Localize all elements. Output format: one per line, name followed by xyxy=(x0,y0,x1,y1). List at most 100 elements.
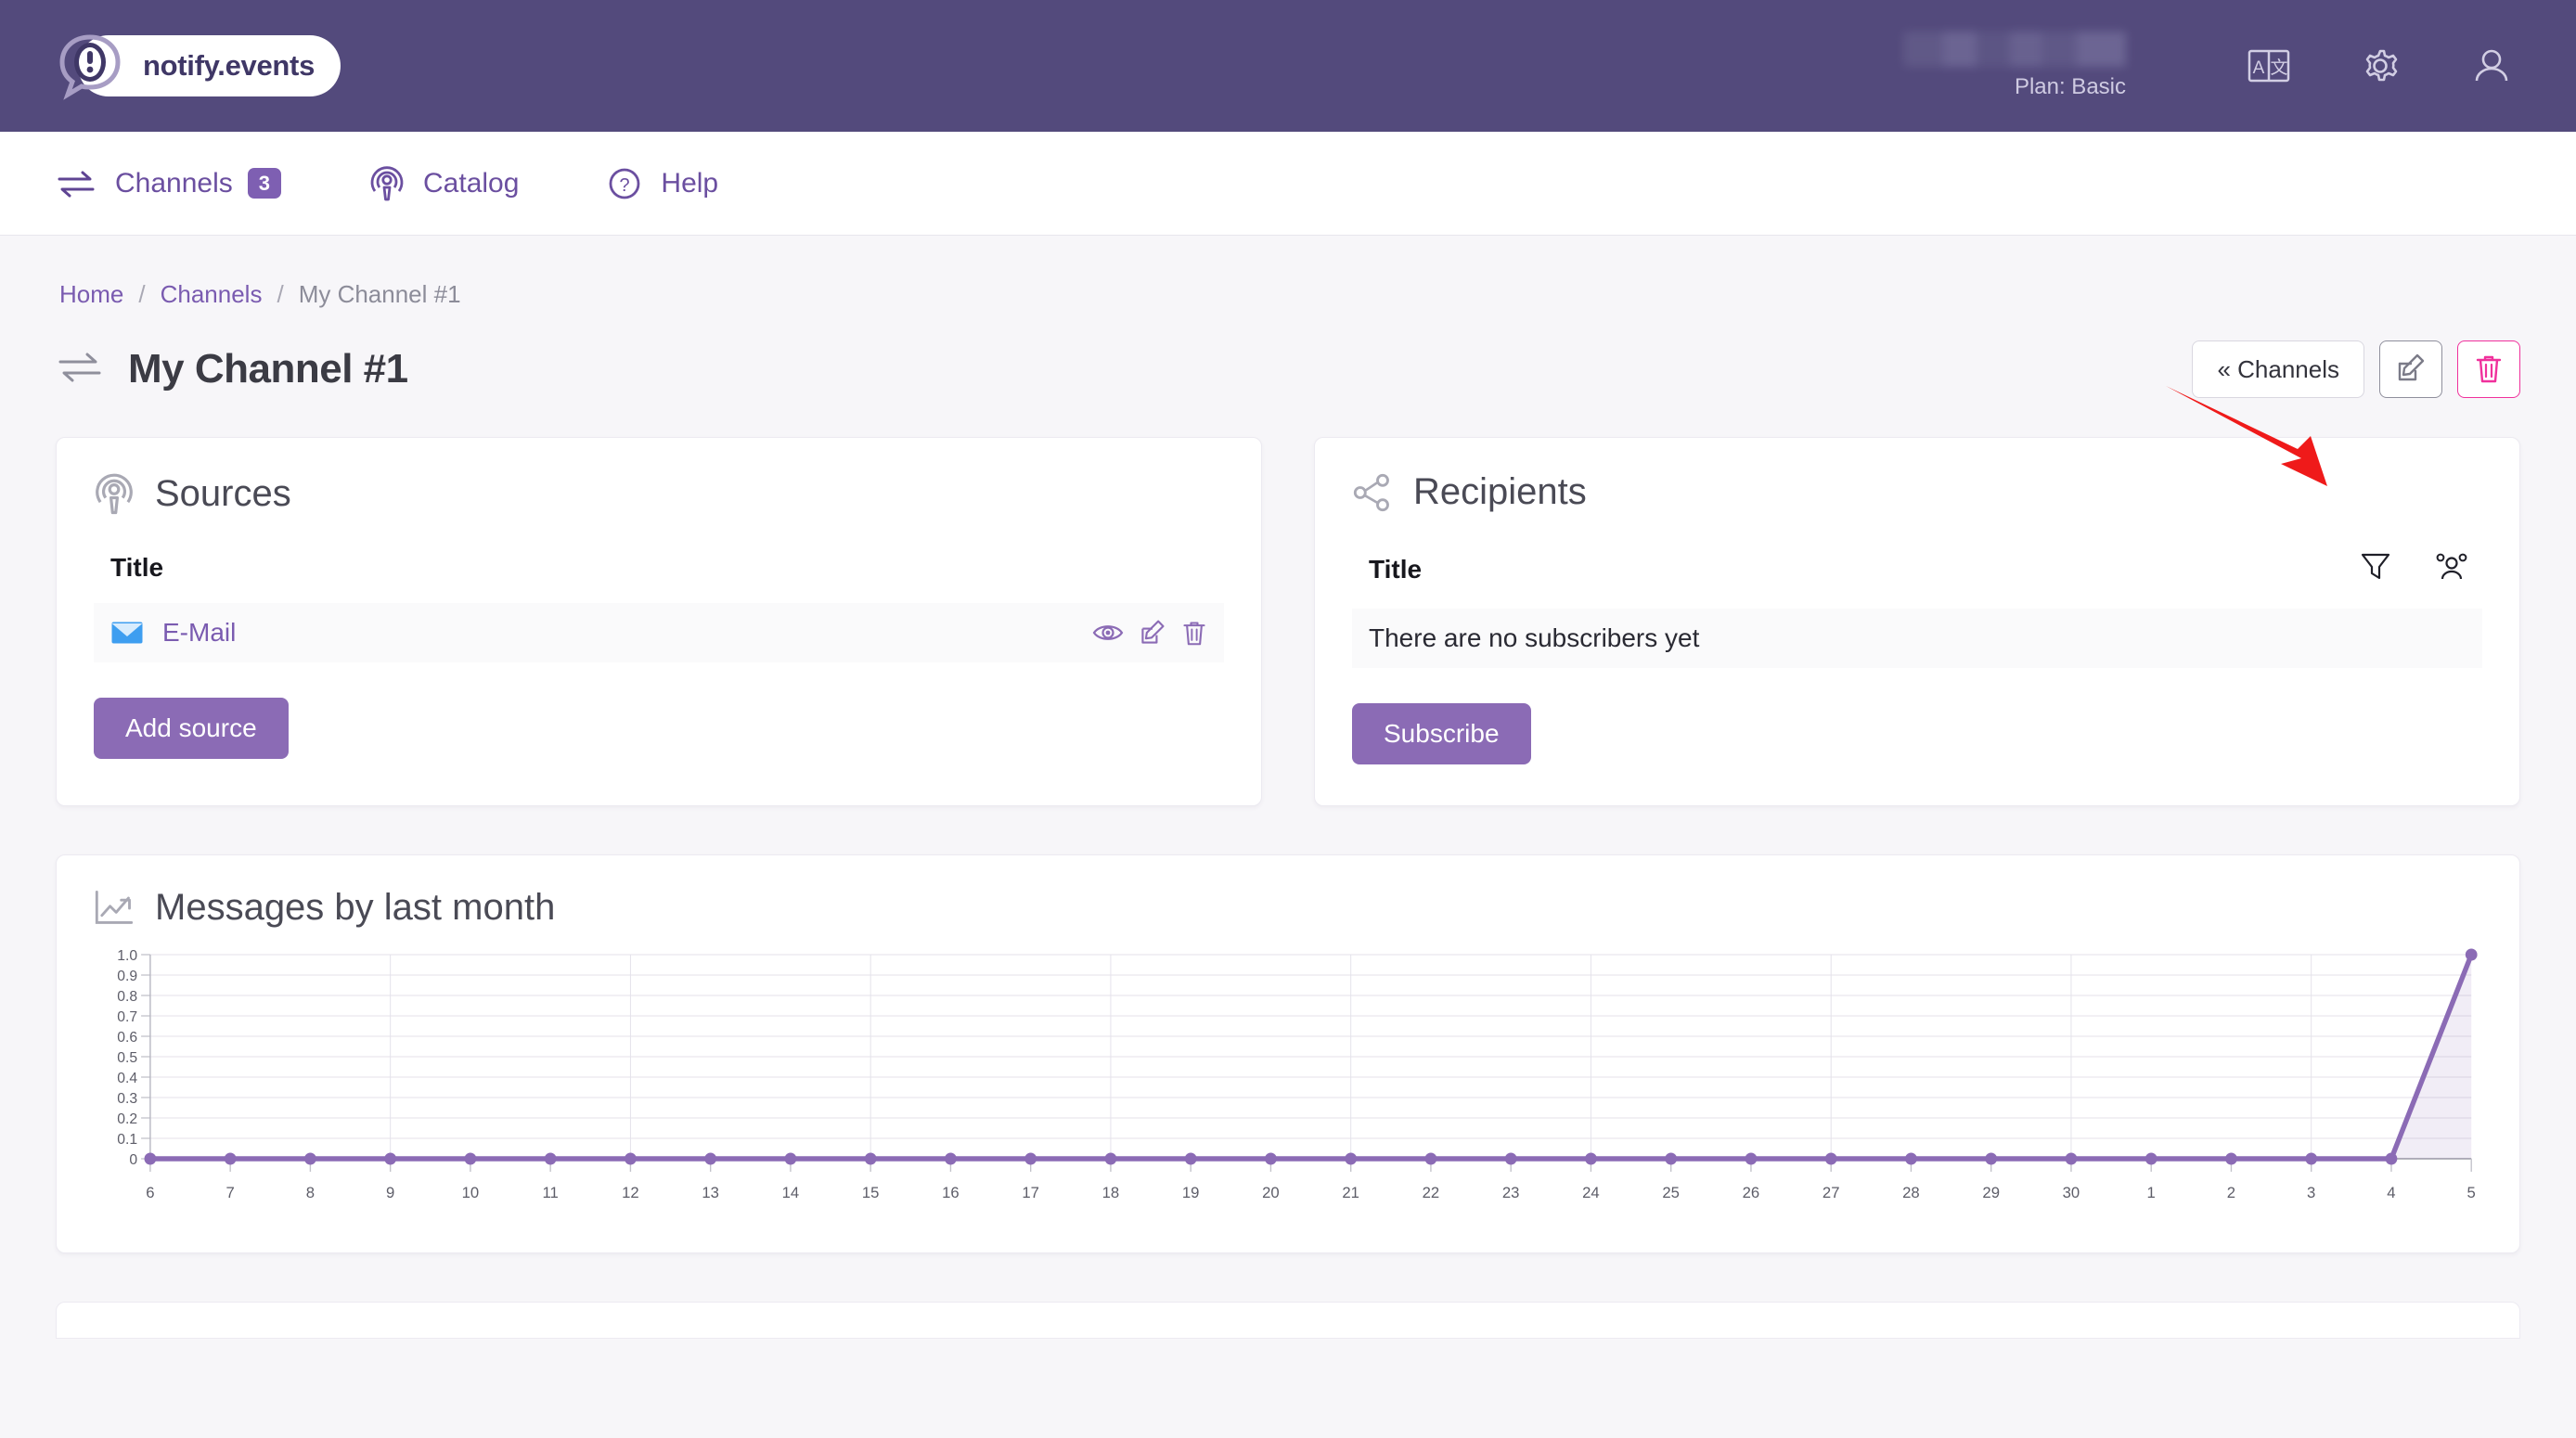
line-chart-icon xyxy=(94,890,135,927)
plan-label: Plan: Basic xyxy=(2014,74,2126,99)
nav-item-help[interactable]: ? Help xyxy=(607,166,718,201)
gear-icon[interactable] xyxy=(2347,32,2414,99)
svg-text:4: 4 xyxy=(2387,1184,2395,1201)
brand-logo[interactable]: notify.events xyxy=(56,32,341,100)
svg-text:文: 文 xyxy=(2270,58,2287,78)
svg-text:28: 28 xyxy=(1902,1184,1920,1201)
sources-card: Sources Title E-Mail Add source xyxy=(56,437,1262,806)
svg-text:13: 13 xyxy=(702,1184,719,1201)
svg-text:0.4: 0.4 xyxy=(117,1071,137,1086)
page-action-buttons: « Channels xyxy=(2192,340,2520,398)
breadcrumb-separator: / xyxy=(138,280,146,308)
page-header: My Channel #1 « Channels xyxy=(56,340,2520,398)
add-source-button[interactable]: Add source xyxy=(94,698,289,759)
svg-text:0.3: 0.3 xyxy=(117,1091,137,1107)
svg-text:26: 26 xyxy=(1743,1184,1760,1201)
svg-text:24: 24 xyxy=(1582,1184,1600,1201)
trash-icon xyxy=(2474,353,2504,387)
breadcrumb-home[interactable]: Home xyxy=(59,280,123,309)
nav-item-channels[interactable]: Channels 3 xyxy=(56,167,282,199)
nav-label-catalog: Catalog xyxy=(423,167,520,199)
app-header: notify.events Plan: Basic A 文 xyxy=(0,0,2576,132)
svg-text:5: 5 xyxy=(2467,1184,2476,1201)
svg-text:3: 3 xyxy=(2307,1184,2315,1201)
user-icon[interactable] xyxy=(2458,32,2525,99)
next-card-placeholder xyxy=(56,1302,2520,1339)
svg-text:30: 30 xyxy=(2063,1184,2080,1201)
edit-icon[interactable] xyxy=(1139,619,1166,647)
svg-text:0.6: 0.6 xyxy=(117,1030,137,1046)
chart-card-header: Messages by last month xyxy=(94,887,2482,929)
recipients-empty-message: There are no subscribers yet xyxy=(1369,623,1700,652)
svg-text:0.8: 0.8 xyxy=(117,989,137,1005)
back-to-channels-button[interactable]: « Channels xyxy=(2192,340,2364,398)
svg-text:0.1: 0.1 xyxy=(117,1132,137,1148)
svg-text:?: ? xyxy=(620,175,630,196)
nav-item-catalog[interactable]: Catalog xyxy=(369,165,519,202)
page-title-icon xyxy=(56,350,104,390)
svg-text:8: 8 xyxy=(306,1184,315,1201)
page-content: Home / Channels / My Channel #1 My Chann… xyxy=(0,236,2576,1339)
sources-column-title: Title xyxy=(110,553,164,582)
recipients-empty-row: There are no subscribers yet xyxy=(1352,609,2482,668)
share-nodes-icon xyxy=(1352,472,1393,513)
source-name-link[interactable]: E-Mail xyxy=(162,618,236,648)
breadcrumb-current: My Channel #1 xyxy=(298,280,461,308)
eye-icon[interactable] xyxy=(1092,621,1124,645)
svg-text:20: 20 xyxy=(1262,1184,1280,1201)
main-nav: Channels 3 Catalog ? Help xyxy=(0,132,2576,236)
svg-text:0.9: 0.9 xyxy=(117,969,137,984)
delete-channel-button[interactable] xyxy=(2457,340,2520,398)
catalog-icon xyxy=(369,165,405,202)
svg-text:0.2: 0.2 xyxy=(117,1111,137,1127)
svg-text:12: 12 xyxy=(622,1184,639,1201)
svg-text:16: 16 xyxy=(942,1184,960,1201)
svg-text:9: 9 xyxy=(386,1184,394,1201)
svg-text:29: 29 xyxy=(1982,1184,2000,1201)
svg-text:27: 27 xyxy=(1823,1184,1840,1201)
recipients-card: Recipients Title There are no subscriber… xyxy=(1314,437,2520,806)
svg-text:25: 25 xyxy=(1662,1184,1680,1201)
chart-plot: 1.0 0.9 0.8 0.7 0.6 0.5 0.4 0.3 0.2 0.1 0 6 7 8 9 10 11 1… xyxy=(94,947,2482,1201)
subscribe-button[interactable]: Subscribe xyxy=(1352,703,1531,764)
nav-label-help: Help xyxy=(661,167,719,199)
svg-text:15: 15 xyxy=(862,1184,880,1201)
trash-icon[interactable] xyxy=(1181,619,1207,647)
filter-icon[interactable] xyxy=(2360,550,2391,588)
group-icon[interactable] xyxy=(2434,551,2469,587)
source-row-actions xyxy=(1092,619,1207,647)
user-name-redacted xyxy=(1903,32,2126,67)
svg-text:1.0: 1.0 xyxy=(117,948,137,964)
svg-text:23: 23 xyxy=(1502,1184,1520,1201)
header-right-group: Plan: Basic A 文 xyxy=(1903,32,2525,100)
svg-text:0: 0 xyxy=(129,1152,137,1168)
svg-text:21: 21 xyxy=(1342,1184,1359,1201)
svg-text:22: 22 xyxy=(1423,1184,1440,1201)
svg-text:0.5: 0.5 xyxy=(117,1050,137,1066)
table-row: E-Mail xyxy=(94,603,1224,662)
channels-icon xyxy=(56,169,97,199)
catalog-icon xyxy=(94,471,135,516)
envelope-icon xyxy=(110,621,144,645)
svg-text:1: 1 xyxy=(2147,1184,2156,1201)
help-icon: ? xyxy=(607,166,642,201)
page-title: My Channel #1 xyxy=(128,346,408,392)
breadcrumb-channels[interactable]: Channels xyxy=(161,280,263,309)
recipients-title: Recipients xyxy=(1413,471,1587,512)
svg-text:11: 11 xyxy=(542,1184,558,1201)
svg-text:14: 14 xyxy=(782,1184,800,1201)
svg-text:6: 6 xyxy=(146,1184,154,1201)
svg-text:18: 18 xyxy=(1102,1184,1120,1201)
translate-icon[interactable]: A 文 xyxy=(2235,32,2302,99)
chart-title: Messages by last month xyxy=(155,887,556,928)
recipients-table-header: Title xyxy=(1352,550,2482,588)
cards-row: Sources Title E-Mail Add source Recipien… xyxy=(56,437,2520,806)
nav-label-channels: Channels xyxy=(115,167,233,199)
sources-title: Sources xyxy=(155,472,291,514)
recipients-card-header: Recipients xyxy=(1352,471,2482,513)
edit-icon xyxy=(2395,353,2427,387)
svg-text:0.7: 0.7 xyxy=(117,1009,137,1025)
svg-text:7: 7 xyxy=(226,1184,235,1201)
edit-channel-button[interactable] xyxy=(2379,340,2442,398)
recipients-column-title: Title xyxy=(1369,554,1423,584)
